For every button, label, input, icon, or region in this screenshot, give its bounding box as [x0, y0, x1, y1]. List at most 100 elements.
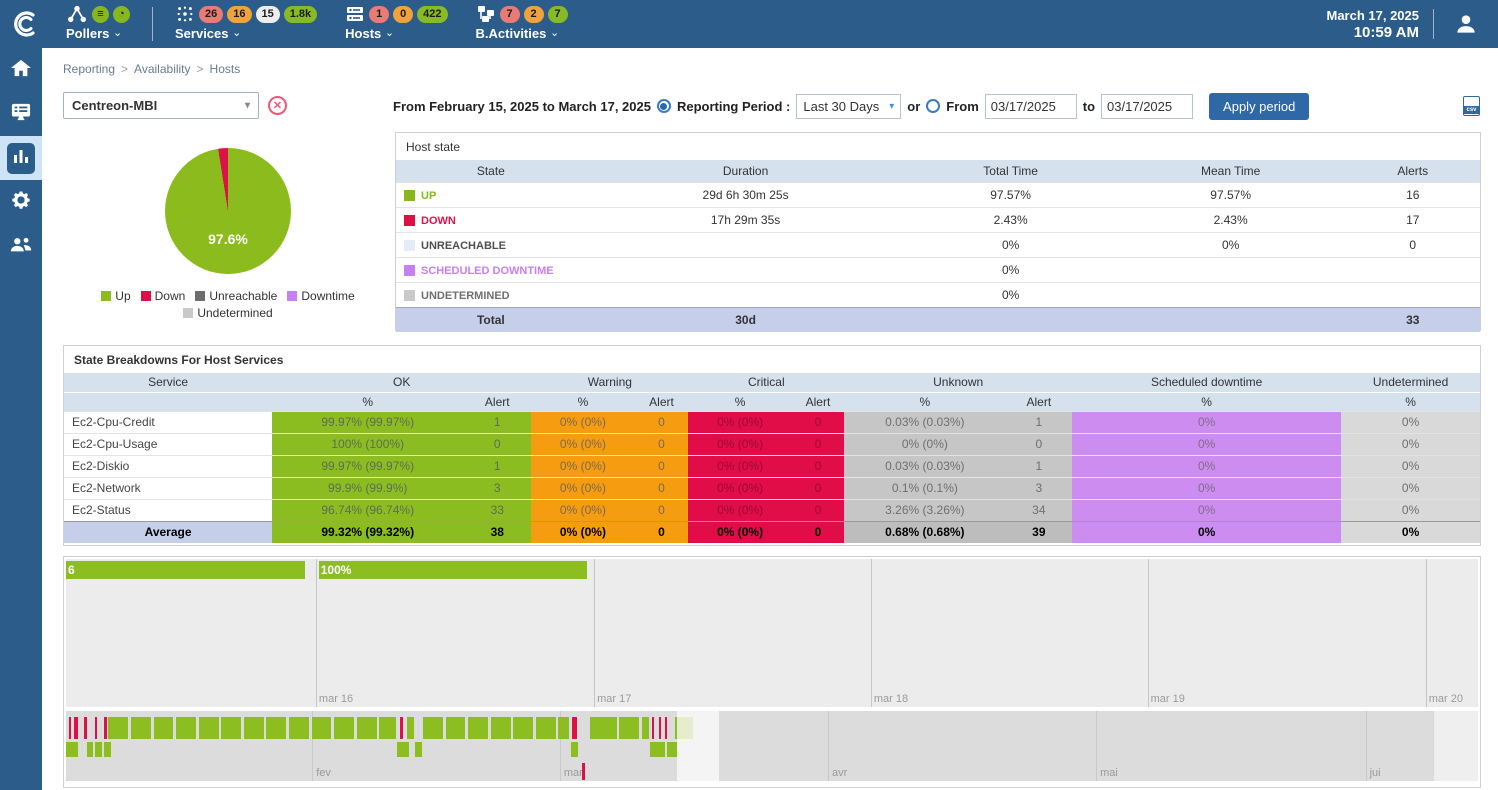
breadcrumb-reporting[interactable]: Reporting	[63, 62, 115, 76]
chevron-down-icon: ⌄	[232, 27, 241, 39]
column-header: OK	[272, 373, 531, 392]
state-color-swatch	[404, 240, 415, 251]
legend-item-unreachable: Unreachable	[195, 289, 277, 303]
sub-column-header: %	[844, 392, 1005, 411]
timeline-segment	[95, 742, 102, 757]
header-clock: March 17, 2025 10:59 AM	[1326, 7, 1433, 41]
status-count-badge: 7	[548, 6, 568, 23]
timeline-segment	[650, 742, 665, 757]
breakdown-row: Ec2-Cpu-Usage 100% (100%)0 0% (0%)0 0% (…	[64, 433, 1480, 455]
centreon-logo[interactable]	[0, 9, 52, 39]
availability-pie-chart[interactable]: 97.6%	[165, 148, 291, 274]
status-count-badge: 0	[393, 6, 413, 23]
sub-column-header	[64, 392, 272, 411]
custom-period-radio[interactable]	[926, 99, 940, 113]
timeline-segment	[379, 717, 395, 739]
day-gridline	[1148, 559, 1149, 707]
host-state-panel: Host state StateDurationTotal TimeMean T…	[395, 132, 1481, 331]
sidebar-item-administration[interactable]	[0, 224, 42, 268]
timeline-segment	[571, 742, 578, 757]
day-gridline	[1426, 559, 1427, 707]
current-date-tick	[582, 763, 585, 780]
breakdown-row: Ec2-Diskio 99.97% (99.97%)1 0% (0%)0 0% …	[64, 455, 1480, 477]
apply-period-button[interactable]: Apply period	[1209, 93, 1309, 120]
timeline-segment	[415, 742, 422, 757]
menu-divider	[152, 7, 153, 41]
timeline-segment	[334, 717, 354, 739]
timeline-segment	[357, 717, 377, 739]
day-tick-label: mar 16	[316, 693, 353, 705]
menu-pollers[interactable]: ≡◔ Pollers ⌄	[66, 4, 130, 41]
timeline-segment	[199, 717, 219, 739]
day-gridline	[316, 559, 317, 707]
breakdown-row: Average 99.32% (99.32%)38 0% (0%)0 0% (0…	[64, 521, 1480, 543]
clear-selection-icon[interactable]: ✕	[268, 96, 287, 115]
timeline-segment	[87, 742, 94, 757]
chevron-down-icon: ⌄	[385, 27, 394, 39]
menu-label: B.Activities ⌄	[476, 26, 568, 41]
sidebar-item-reporting[interactable]	[0, 136, 42, 180]
availability-bar: 6	[66, 561, 305, 579]
to-date-input[interactable]	[1101, 94, 1193, 119]
status-count-badge: 1	[369, 6, 389, 23]
timeline-segment	[468, 717, 488, 739]
host-state-row: UNREACHABLE 0%0%0	[396, 232, 1480, 257]
timeline-segment	[558, 717, 569, 739]
csv-export-icon[interactable]	[1463, 96, 1480, 116]
chevron-down-icon: ⌄	[550, 27, 559, 39]
status-count-badge: 1.8k	[284, 6, 317, 23]
column-header: Critical	[688, 373, 844, 392]
period-select[interactable]: Last 30 Days ▾	[796, 94, 901, 119]
timeline-segment	[491, 717, 511, 739]
timeline-overview-strip[interactable]: fev mar avr mai jui	[66, 711, 1434, 781]
column-header: Warning	[531, 373, 688, 392]
chevron-down-icon: ▾	[889, 101, 894, 112]
reporting-period-radio[interactable]	[657, 99, 671, 113]
service-name: Average	[64, 521, 272, 543]
timeline-segment	[266, 717, 286, 739]
sub-column-header: %	[1072, 392, 1341, 411]
timeline-main-chart[interactable]: mar 16 mar 17 mar 18 mar 19 mar 206100%	[66, 559, 1478, 707]
breakdown-row: Ec2-Network 99.9% (99.9%)3 0% (0%)0 0% (…	[64, 477, 1480, 499]
timeline-segment	[423, 717, 443, 739]
service-name: Ec2-Cpu-Credit	[64, 411, 272, 433]
breadcrumb-hosts[interactable]: Hosts	[210, 62, 241, 76]
timeline-segment	[407, 717, 415, 739]
timeline-segment	[659, 717, 661, 739]
timeline-strip-cap	[1434, 711, 1478, 781]
menu-services[interactable]: 2616151.8k Services ⌄	[175, 4, 317, 41]
day-tick-label: mar 19	[1148, 693, 1185, 705]
breakdown-sub-header: %Alert%Alert%Alert%Alert%%	[64, 392, 1480, 411]
centreon-logo-icon	[11, 9, 41, 39]
menu-hosts[interactable]: 10422 Hosts ⌄	[345, 4, 447, 41]
menu-label: Hosts ⌄	[345, 26, 447, 41]
breakdown-table: ServiceOKWarningCriticalUnknownScheduled…	[64, 373, 1480, 543]
sidebar-item-home[interactable]	[0, 48, 42, 92]
breadcrumb-availability[interactable]: Availability	[134, 62, 190, 76]
sitemap-icon	[476, 5, 496, 23]
user-menu[interactable]	[1434, 11, 1498, 37]
sidebar-item-monitoring[interactable]	[0, 92, 42, 136]
timeline-segment	[66, 742, 78, 757]
from-date-input[interactable]	[985, 94, 1077, 119]
host-select-value: Centreon-MBI	[72, 98, 157, 113]
column-header: Total Time	[905, 160, 1115, 182]
host-state-total-row: Total30d33	[396, 307, 1480, 332]
status-count-badge: 422	[417, 6, 447, 23]
timeline-segment	[289, 717, 309, 739]
legend-item-down: Down	[141, 289, 186, 303]
menu-bactivities[interactable]: 727 B.Activities ⌄	[476, 4, 568, 41]
gear-icon	[10, 189, 32, 216]
day-tick-label: mar 17	[594, 693, 631, 705]
header-time: 10:59 AM	[1326, 24, 1419, 41]
timeline-selection-window[interactable]	[677, 711, 718, 781]
status-count-badge: 16	[227, 6, 251, 23]
service-name: Ec2-Cpu-Usage	[64, 433, 272, 455]
timeline-segment	[536, 717, 556, 739]
state-color-swatch	[404, 215, 415, 226]
sub-column-header: Alert	[792, 392, 844, 411]
sidebar-item-configuration[interactable]	[0, 180, 42, 224]
host-select[interactable]: Centreon-MBI ▾	[63, 92, 259, 119]
sub-column-header: %	[531, 392, 634, 411]
timeline-segment	[84, 717, 87, 739]
